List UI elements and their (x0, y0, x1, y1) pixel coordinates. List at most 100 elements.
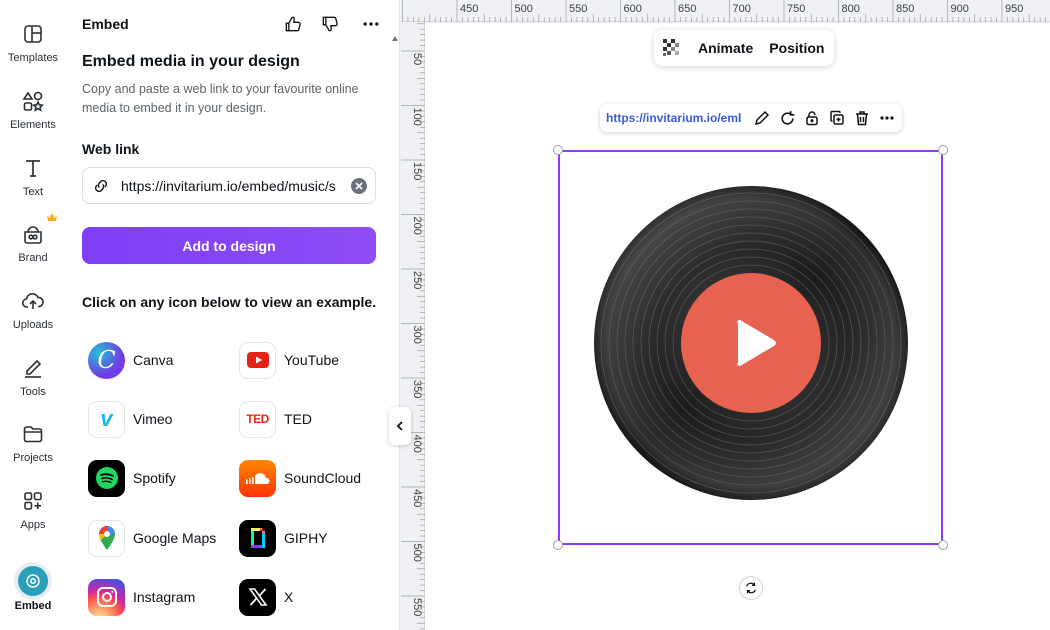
more-options-button[interactable] (359, 12, 383, 36)
service-label: Instagram (133, 589, 196, 605)
service-giphy[interactable]: GIPHY (239, 519, 328, 557)
ruler-label: 450 (460, 3, 478, 15)
edit-button[interactable] (753, 109, 771, 127)
ruler-label: 300 (411, 326, 423, 344)
service-instagram[interactable]: Instagram (88, 578, 195, 616)
service-label: X (284, 589, 294, 605)
text-icon (26, 160, 40, 177)
replace-button[interactable] (778, 109, 796, 127)
service-vimeo[interactable]: v Vimeo (88, 400, 172, 438)
brand-icon (24, 226, 42, 244)
duplicate-button[interactable] (828, 109, 846, 127)
rail-label: Uploads (12, 319, 54, 331)
close-icon (355, 181, 363, 190)
side-rail: Templates Elements Text Brand Uploads To… (0, 0, 66, 630)
rail-label: Embed (14, 600, 52, 612)
rail-item-templates[interactable]: Templates (0, 18, 66, 78)
selected-embed-element[interactable] (558, 150, 943, 545)
elements-icon (22, 91, 45, 112)
service-canva[interactable]: C Canva (88, 341, 173, 379)
ruler-label: 250 (411, 271, 423, 289)
templates-icon (24, 25, 42, 43)
ruler-label: 750 (787, 3, 805, 15)
rail-item-embed[interactable]: Embed (0, 566, 66, 626)
position-button[interactable]: Position (769, 40, 824, 56)
ruler-label: 400 (411, 435, 423, 453)
animate-button[interactable]: Animate (698, 40, 753, 56)
rail-label: Apps (20, 519, 46, 531)
thumbs-up-button[interactable] (281, 12, 305, 36)
rail-item-elements[interactable]: Elements (0, 85, 66, 145)
delete-button[interactable] (853, 109, 871, 127)
chevron-left-icon (396, 421, 403, 431)
rotate-handle[interactable] (739, 576, 763, 600)
refresh-icon (781, 110, 795, 125)
rail-item-uploads[interactable]: Uploads (0, 285, 66, 345)
add-to-design-button[interactable]: Add to design (82, 227, 376, 264)
ruler-label: 100 (411, 108, 423, 126)
ruler-label: 550 (569, 3, 587, 15)
rail-item-projects[interactable]: Projects (0, 418, 66, 478)
service-soundcloud[interactable]: SoundCloud (239, 459, 361, 497)
lock-icon (806, 111, 818, 126)
ruler-label: 200 (411, 217, 423, 235)
transparency-icon[interactable] (662, 38, 682, 58)
pencil-icon (755, 110, 770, 126)
rail-label: Projects (13, 452, 53, 464)
rotate-icon (746, 582, 756, 594)
ruler-label: 800 (842, 3, 860, 15)
instagram-logo-icon (88, 578, 125, 616)
resize-handle-top-left[interactable] (553, 145, 563, 155)
canva-logo-icon: C (88, 341, 125, 379)
service-label: SoundCloud (284, 470, 362, 486)
ruler-label: 150 (411, 162, 423, 180)
resize-handle-bottom-right[interactable] (938, 540, 948, 550)
clear-input-button[interactable] (351, 177, 367, 194)
ruler-label: 550 (411, 598, 423, 616)
embed-panel: Embed Embed media in your design Copy an… (66, 0, 400, 630)
giphy-logo-icon (239, 519, 276, 557)
soundcloud-logo-icon (239, 459, 276, 497)
editor-app: Templates Elements Text Brand Uploads To… (0, 0, 1050, 630)
folder-icon (23, 426, 43, 443)
resize-handle-top-right[interactable] (938, 145, 948, 155)
rail-item-apps[interactable]: Apps (0, 485, 66, 545)
crown-icon (47, 213, 57, 221)
link-icon (95, 179, 107, 192)
web-link-field[interactable] (82, 167, 376, 204)
ruler-label: 900 (951, 3, 969, 15)
web-link-label: Web link (82, 141, 140, 157)
ruler-label: 700 (733, 3, 751, 15)
service-youtube[interactable]: YouTube (239, 341, 339, 379)
service-google-maps[interactable]: Google Maps (88, 519, 216, 557)
more-actions-button[interactable] (878, 109, 896, 127)
rail-label: Elements (10, 119, 56, 131)
rail-label: Templates (7, 52, 59, 64)
scroll-up-arrow[interactable] (392, 36, 398, 41)
rail-item-tools[interactable]: Tools (0, 352, 66, 412)
service-x[interactable]: X (239, 578, 293, 616)
x-logo-icon (239, 578, 276, 616)
service-ted[interactable]: TED TED (239, 400, 312, 438)
rail-label: Text (22, 186, 44, 198)
rail-item-brand[interactable]: Brand (0, 213, 66, 278)
ruler-label: 350 (411, 380, 423, 398)
ruler-label: 650 (678, 3, 696, 15)
ruler-label: 500 (515, 3, 533, 15)
ruler-top: 450 500 550 600 650 700 750 800 850 900 950 (401, 0, 1050, 22)
embed-url-link[interactable]: https://invitarium.io/embed/music (606, 111, 741, 125)
rail-item-text[interactable]: Text (0, 152, 66, 212)
collapse-panel-button[interactable] (389, 407, 411, 445)
rail-label: Brand (18, 252, 48, 264)
uploads-icon (21, 293, 44, 309)
lock-button[interactable] (803, 109, 821, 127)
thumbs-down-button[interactable] (318, 12, 342, 36)
embed-icon (18, 566, 48, 596)
ruler-label: 850 (896, 3, 914, 15)
thumbs-down-icon (322, 16, 338, 32)
resize-handle-bottom-left[interactable] (553, 540, 563, 550)
service-spotify[interactable]: Spotify (88, 459, 176, 497)
rail-label: Tools (20, 386, 46, 398)
web-link-input[interactable] (121, 177, 351, 194)
service-label: Vimeo (133, 411, 173, 427)
